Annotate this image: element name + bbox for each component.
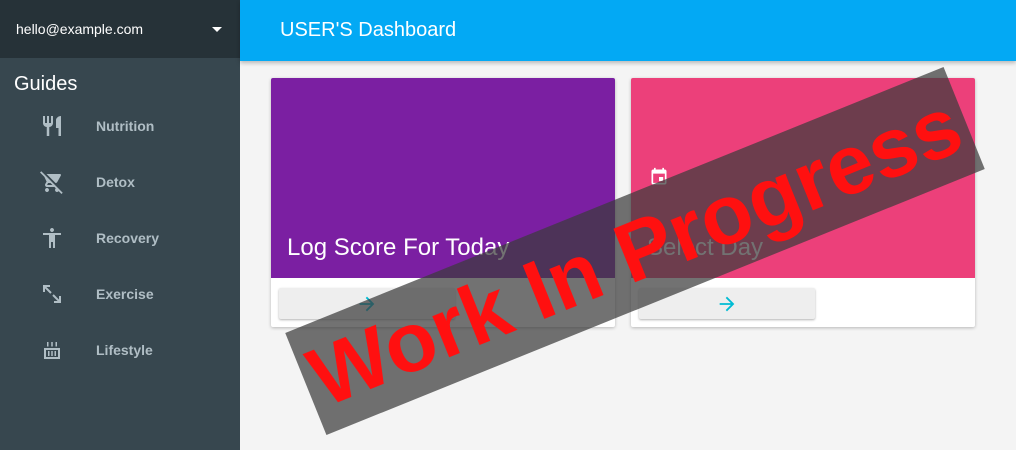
- no-cart-icon: [40, 170, 64, 194]
- sidebar-item-label: Recovery: [96, 230, 160, 246]
- select-day-card: Select Day: [631, 78, 975, 327]
- calendar-icon: [649, 167, 669, 187]
- sidebar-item-label: Detox: [96, 174, 135, 190]
- card-title: Log Score For Today: [287, 234, 510, 261]
- sidebar-item-exercise[interactable]: Exercise: [0, 266, 240, 322]
- sidebar-item-label: Lifestyle: [96, 342, 153, 358]
- sidebar-item-label: Nutrition: [96, 118, 155, 134]
- sidebar-item-nutrition[interactable]: Nutrition: [0, 98, 240, 154]
- log-score-card: Log Score For Today: [271, 78, 615, 327]
- select-day-forward-button[interactable]: [639, 288, 815, 319]
- accessibility-icon: [40, 226, 64, 250]
- card-title: Select Day: [647, 234, 764, 261]
- fork-knife-icon: [40, 114, 64, 138]
- sidebar-heading: Guides: [14, 73, 78, 95]
- account-email: hello@example.com: [16, 21, 144, 37]
- caret-down-icon[interactable]: [212, 26, 222, 32]
- sidebar-item-detox[interactable]: Detox: [0, 154, 240, 210]
- page-title: USER'S Dashboard: [280, 19, 457, 41]
- expand-arrows-icon: [40, 282, 64, 306]
- kitchen-stove-icon: [40, 338, 64, 362]
- sidebar: hello@example.com Guides Nutrition Detox…: [0, 0, 240, 450]
- sidebar-item-lifestyle[interactable]: Lifestyle: [0, 322, 240, 378]
- arrow-forward-icon: [719, 296, 735, 311]
- log-score-forward-button[interactable]: [279, 288, 455, 319]
- app-bar: USER'S Dashboard: [240, 0, 1016, 61]
- sidebar-item-label: Exercise: [96, 286, 154, 302]
- card-media: Log Score For Today: [271, 78, 615, 278]
- sidebar-item-recovery[interactable]: Recovery: [0, 210, 240, 266]
- arrow-forward-icon: [359, 296, 375, 311]
- card-media: Select Day: [631, 78, 975, 278]
- account-bar[interactable]: hello@example.com: [0, 0, 240, 58]
